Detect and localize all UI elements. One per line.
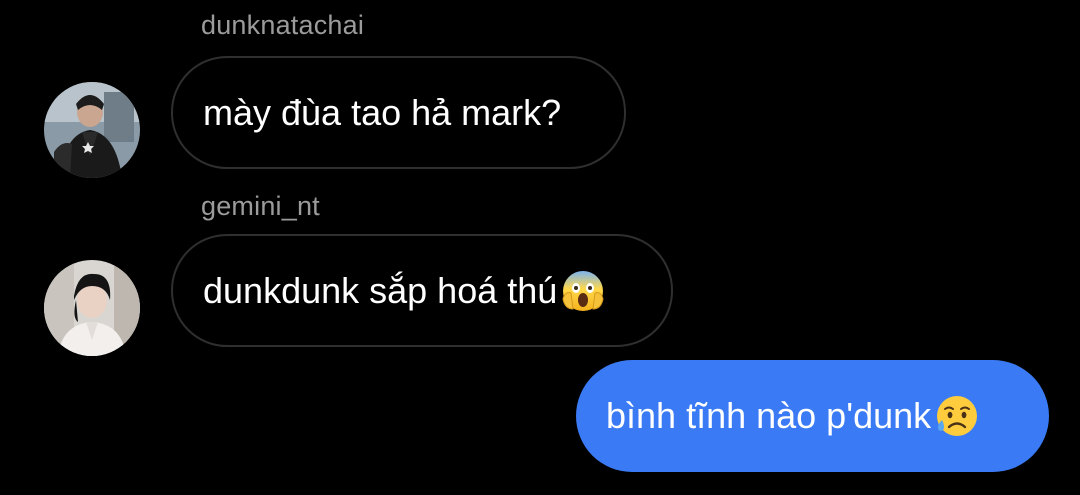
sender-name[interactable]: dunknatachai — [201, 12, 364, 39]
message-text: dunkdunk sắp hoá thú — [203, 269, 558, 311]
face-screaming-in-fear-emoji-icon — [561, 269, 605, 313]
sender-name[interactable]: gemini_nt — [201, 193, 320, 220]
message-bubble-incoming[interactable]: mày đùa tao hả mark? — [171, 56, 626, 169]
message-bubble-outgoing[interactable]: bình tĩnh nào p'dunk — [576, 360, 1049, 472]
profile-photo-icon — [44, 82, 140, 178]
avatar-dunknatachai[interactable] — [44, 82, 140, 178]
avatar-gemini_nt[interactable] — [44, 260, 140, 356]
sad-but-relieved-face-emoji-icon — [935, 394, 979, 438]
message-text: bình tĩnh nào p'dunk — [606, 395, 932, 436]
profile-photo-icon — [44, 260, 140, 356]
message-text: mày đùa tao hả mark? — [203, 91, 562, 133]
message-bubble-incoming[interactable]: dunkdunk sắp hoá thú — [171, 234, 673, 347]
